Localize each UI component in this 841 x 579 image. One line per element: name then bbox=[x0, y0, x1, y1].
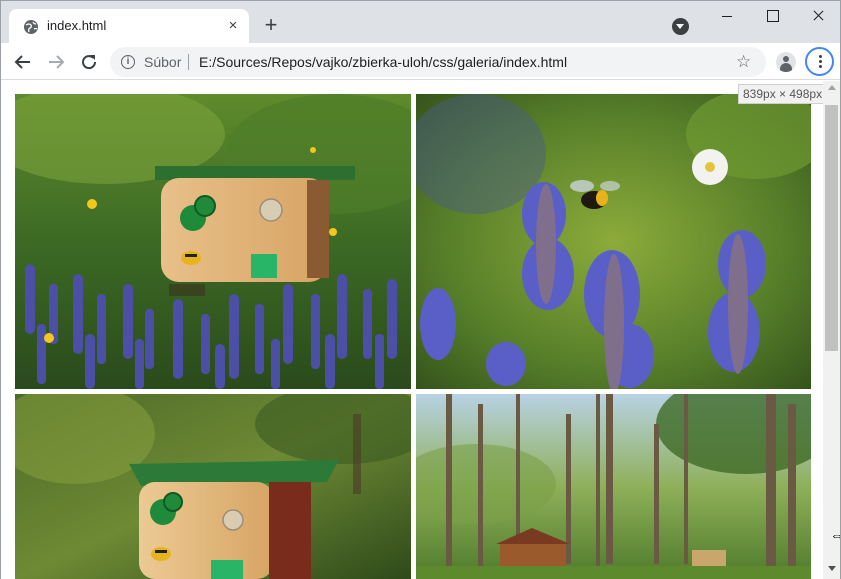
reload-icon[interactable] bbox=[76, 49, 102, 75]
scroll-up-arrow[interactable] bbox=[828, 85, 836, 90]
vertical-scrollbar[interactable] bbox=[823, 81, 840, 579]
tab-search-icon[interactable] bbox=[672, 18, 689, 35]
close-icon[interactable]: × bbox=[225, 18, 241, 34]
profile-icon[interactable] bbox=[776, 52, 796, 72]
gallery-photo[interactable] bbox=[15, 94, 411, 389]
info-icon[interactable]: i bbox=[121, 55, 135, 69]
close-window-button[interactable] bbox=[795, 1, 841, 31]
gallery-photo[interactable] bbox=[416, 394, 811, 579]
minimize-button[interactable] bbox=[703, 1, 749, 31]
maximize-button[interactable] bbox=[749, 1, 795, 31]
scroll-thumb[interactable] bbox=[825, 105, 838, 351]
browser-window: index.html × + i Súbor E:/Sources/Repos/… bbox=[0, 0, 841, 579]
browser-toolbar: i Súbor E:/Sources/Repos/vajko/zbierka-u… bbox=[1, 43, 840, 80]
security-chip-label[interactable]: Súbor bbox=[144, 54, 181, 70]
scroll-down-arrow[interactable] bbox=[828, 566, 836, 571]
tab-strip: index.html × + bbox=[1, 1, 840, 43]
star-icon[interactable]: ☆ bbox=[736, 52, 751, 72]
url-text[interactable]: E:/Sources/Repos/vajko/zbierka-uloh/css/… bbox=[199, 54, 567, 70]
viewport-size-tooltip: 839px × 498px bbox=[738, 84, 828, 104]
plus-icon[interactable]: + bbox=[259, 13, 283, 37]
gallery-photo[interactable] bbox=[15, 394, 411, 579]
menu-icon[interactable] bbox=[805, 47, 834, 76]
resize-cursor-icon: ⇔ bbox=[830, 527, 840, 543]
globe-icon bbox=[24, 20, 38, 34]
back-icon[interactable] bbox=[10, 49, 36, 75]
address-bar[interactable]: i Súbor E:/Sources/Repos/vajko/zbierka-u… bbox=[110, 47, 766, 77]
active-tab[interactable]: index.html × bbox=[9, 9, 249, 43]
forward-icon[interactable] bbox=[43, 49, 69, 75]
page-viewport: 839px × 498px ⇔ bbox=[1, 81, 840, 579]
tab-title: index.html bbox=[47, 18, 107, 33]
gallery-photo[interactable] bbox=[416, 94, 811, 389]
chip-divider bbox=[188, 54, 189, 70]
